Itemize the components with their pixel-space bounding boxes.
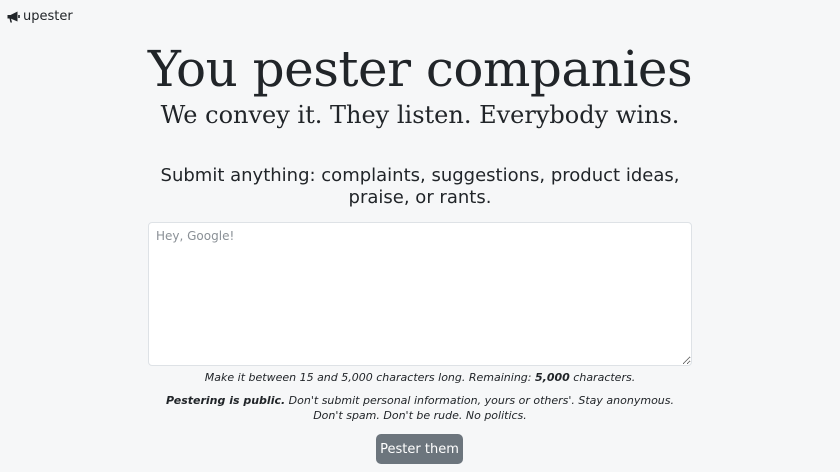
length-hint-before: Make it between 15 and 5,000 characters … (204, 371, 535, 384)
page: upester You pester companies We convey i… (0, 0, 840, 472)
megaphone-icon (7, 11, 20, 23)
pester-textarea[interactable] (148, 222, 692, 366)
pester-them-button[interactable]: Pester them (376, 434, 463, 464)
page-subtitle: We convey it. They listen. Everybody win… (160, 101, 680, 129)
rules-text: Don't submit personal information, yours… (285, 394, 675, 422)
page-title: You pester companies (147, 40, 693, 98)
brand-link[interactable]: upester (7, 9, 73, 24)
rules-emphasis: Pestering is public. (165, 394, 286, 407)
rules-notice: Pestering is public. Don't submit person… (150, 393, 690, 423)
length-hint: Make it between 15 and 5,000 characters … (120, 371, 720, 385)
remaining-count: 5,000 (535, 371, 570, 384)
length-hint-after: characters. (569, 371, 636, 384)
brand-name: upester (23, 9, 73, 24)
hero: You pester companies We convey it. They … (0, 40, 840, 132)
submit-prompt: Submit anything: complaints, suggestions… (160, 165, 680, 208)
